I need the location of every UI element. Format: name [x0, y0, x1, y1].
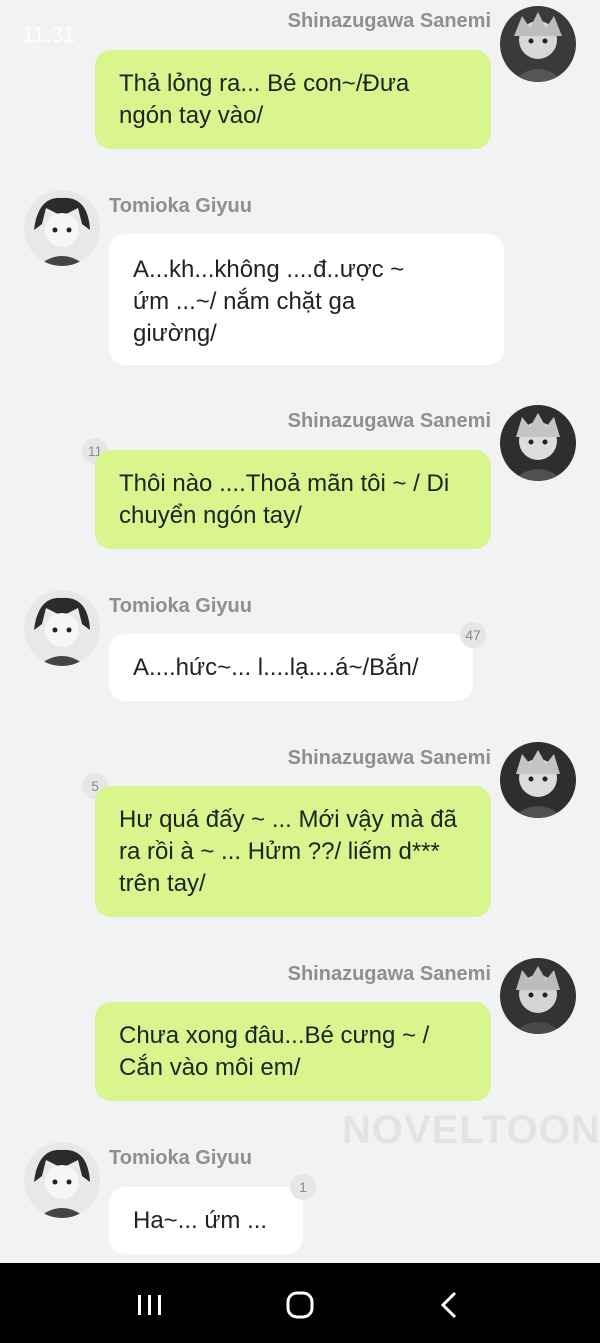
message-bubble[interactable]: Thôi nào ....Thoả mãn tôi ~ / Di chuyển … — [95, 450, 491, 549]
giyuu-avatar[interactable] — [24, 590, 100, 666]
sanemi-avatar[interactable] — [500, 958, 576, 1034]
sender-name: Tomioka Giyuu — [109, 195, 252, 217]
sanemi-avatar[interactable] — [500, 6, 576, 82]
sender-name: Shinazugawa Sanemi — [287, 963, 491, 985]
message-bubble[interactable]: A...kh...không ....đ..ược ~ ứm ...~/ nắm… — [109, 234, 504, 365]
sender-name: Shinazugawa Sanemi — [287, 410, 491, 432]
like-count-badge[interactable]: 1 — [290, 1174, 316, 1200]
sender-name: Shinazugawa Sanemi — [287, 747, 491, 769]
sanemi-avatar[interactable] — [500, 405, 576, 481]
message-bubble[interactable]: Chưa xong đâu...Bé cưng ~ / Cắn vào môi … — [95, 1002, 491, 1101]
status-time: 11:31 — [22, 22, 76, 47]
home-icon[interactable] — [280, 1285, 320, 1325]
like-count-badge[interactable]: 47 — [460, 622, 486, 648]
message-bubble[interactable]: Hư quá đấy ~ ... Mới vậy mà đã ra rồi à … — [95, 786, 491, 917]
giyuu-avatar[interactable] — [24, 190, 100, 266]
sender-name: Tomioka Giyuu — [109, 595, 252, 617]
sanemi-avatar[interactable] — [500, 742, 576, 818]
back-icon[interactable] — [430, 1285, 470, 1325]
giyuu-avatar[interactable] — [24, 1142, 100, 1218]
sender-name: Shinazugawa Sanemi — [287, 10, 491, 32]
watermark-logo: NOVELTOON — [342, 1108, 600, 1152]
message-bubble[interactable]: A....hức~... l....lạ....á~/Bắn/ — [109, 634, 473, 701]
message-bubble[interactable]: Ha~... ứm ... — [109, 1187, 303, 1254]
message-bubble[interactable]: Thả lỏng ra... Bé con~/Đưa ngón tay vào/ — [95, 50, 491, 149]
recent-apps-icon[interactable] — [130, 1285, 170, 1325]
sender-name: Tomioka Giyuu — [109, 1147, 252, 1169]
navigation-bar — [0, 1263, 600, 1343]
